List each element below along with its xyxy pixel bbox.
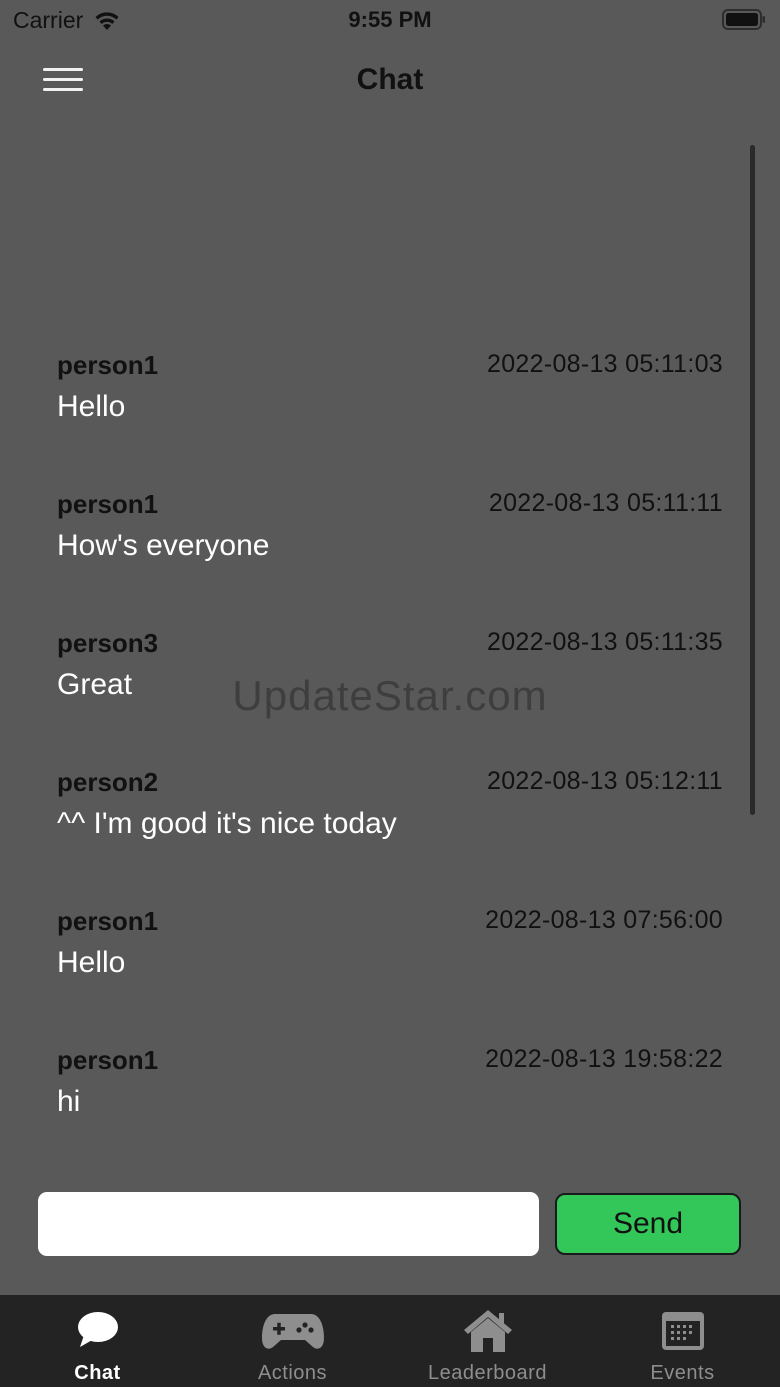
tab-label: Chat [74, 1362, 121, 1384]
message-timestamp: 2022-08-13 05:12:11 [487, 767, 723, 795]
watermark: UpdateStar.com [232, 672, 548, 719]
message-timestamp: 2022-08-13 05:11:35 [487, 628, 723, 656]
message-text: ^^ I'm good it's nice today [57, 807, 397, 840]
chat-screen: Carrier 9:55 PM Chat person1 2022-08-13 … [0, 0, 780, 1387]
gamepad-icon [261, 1314, 324, 1349]
message-sender: person1 [57, 489, 159, 519]
page-title: Chat [356, 63, 424, 96]
message-text: hi [57, 1085, 81, 1118]
tab-label: Leaderboard [428, 1362, 547, 1384]
battery-icon [722, 9, 765, 30]
message-sender: person1 [57, 1045, 159, 1075]
tab-label: Actions [257, 1362, 328, 1384]
message-timestamp: 2022-08-13 07:56:00 [485, 906, 723, 934]
message-timestamp: 2022-08-13 19:58:22 [485, 1045, 723, 1073]
message-sender: person1 [57, 350, 159, 380]
chat-message: person1 2022-08-13 19:58:22 hi [57, 1045, 723, 1155]
status-bar: Carrier 9:55 PM [0, 0, 780, 40]
chat-message: person1 2022-08-13 07:56:00 Hello [57, 906, 723, 1016]
chat-bubble-icon [77, 1312, 118, 1347]
message-timestamp: 2022-08-13 05:11:03 [487, 350, 723, 378]
chat-message: person1 2022-08-13 05:11:11 How's everyo… [57, 489, 723, 599]
tab-bar: Chat Actions Leaderboard Events [0, 1295, 780, 1387]
navigation-bar: Chat [0, 50, 780, 110]
house-icon [463, 1310, 512, 1352]
calendar-icon [661, 1312, 704, 1350]
message-input[interactable] [38, 1192, 539, 1256]
tab-events[interactable]: Events [585, 1295, 780, 1387]
send-button[interactable]: Send [555, 1193, 741, 1255]
tab-chat[interactable]: Chat [0, 1295, 195, 1387]
message-sender: person1 [57, 906, 159, 936]
chat-message: person1 2022-08-13 05:11:03 Hello [57, 350, 723, 460]
message-timestamp: 2022-08-13 05:11:11 [488, 489, 723, 517]
message-sender: person2 [57, 767, 159, 797]
message-sender: person3 [57, 628, 159, 658]
tab-leaderboard[interactable]: Leaderboard [390, 1295, 585, 1387]
status-time: 9:55 PM [348, 7, 432, 32]
tab-actions[interactable]: Actions [195, 1295, 390, 1387]
message-text: Hello [57, 946, 126, 979]
message-text: Hello [57, 390, 126, 423]
tab-label: Events [650, 1362, 715, 1384]
chat-message: person2 2022-08-13 05:12:11 ^^ I'm good … [57, 767, 723, 877]
message-text: How's everyone [57, 529, 270, 562]
